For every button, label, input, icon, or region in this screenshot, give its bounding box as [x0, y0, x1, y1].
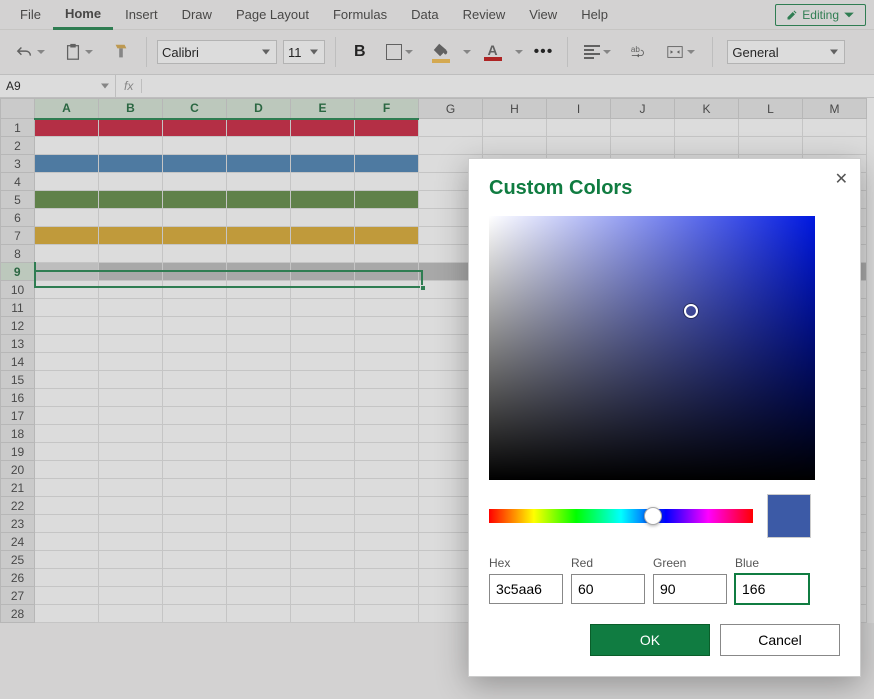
hex-label: Hex	[489, 556, 563, 570]
red-label: Red	[571, 556, 645, 570]
ok-button[interactable]: OK	[590, 624, 710, 656]
blue-input[interactable]	[735, 574, 809, 604]
hex-input[interactable]	[489, 574, 563, 604]
green-input[interactable]	[653, 574, 727, 604]
red-input[interactable]	[571, 574, 645, 604]
cancel-button[interactable]: Cancel	[720, 624, 840, 656]
dialog-title: Custom Colors	[489, 177, 840, 200]
close-button[interactable]: ✕	[835, 169, 848, 189]
saturation-value-picker[interactable]	[489, 216, 815, 480]
blue-label: Blue	[735, 556, 809, 570]
green-label: Green	[653, 556, 727, 570]
sv-gradient	[489, 216, 815, 480]
custom-colors-dialog: ✕ Custom Colors Hex Red Green Blue OK Ca…	[468, 158, 861, 677]
hue-slider[interactable]	[489, 509, 753, 523]
sv-cursor[interactable]	[684, 304, 698, 318]
color-preview-swatch	[767, 494, 811, 538]
hue-thumb[interactable]	[644, 507, 662, 525]
